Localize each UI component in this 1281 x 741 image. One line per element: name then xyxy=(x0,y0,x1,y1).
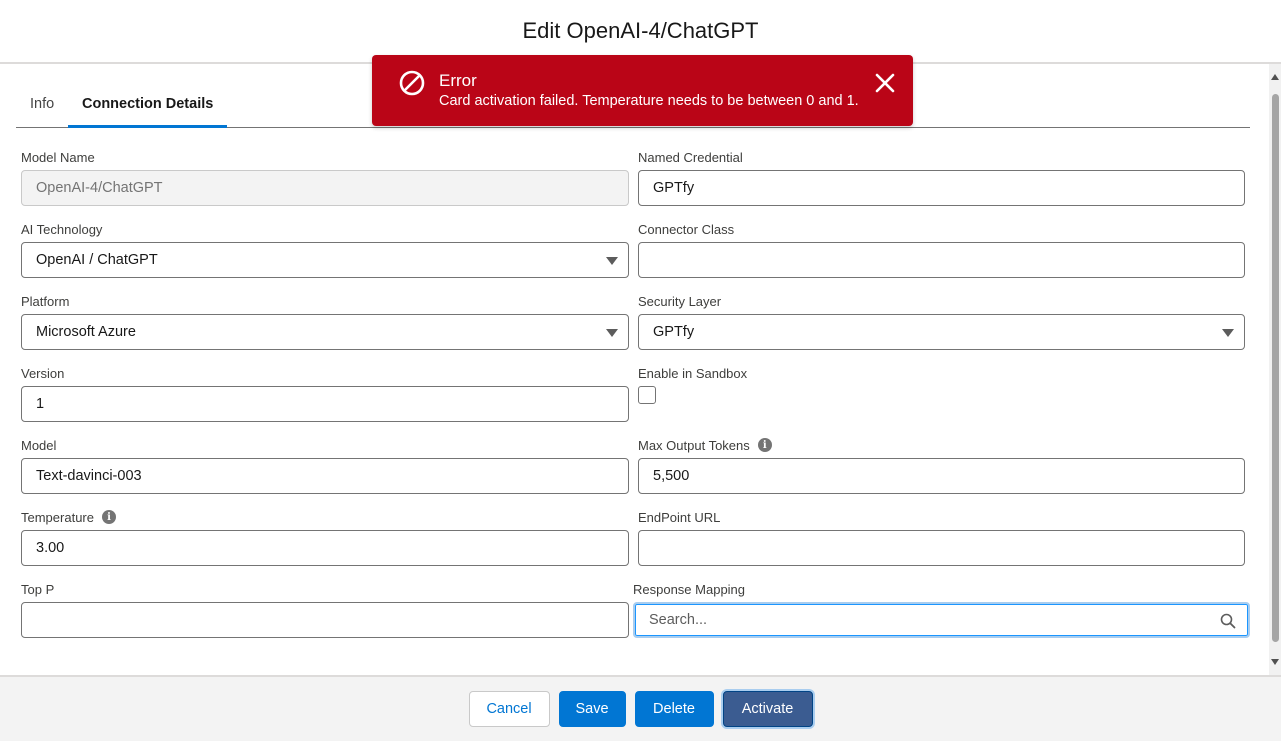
response-mapping-field: Response Mapping Search... xyxy=(633,580,1250,638)
max-output-tokens-label: Max Output Tokens xyxy=(638,437,750,453)
version-label: Version xyxy=(21,365,65,381)
cancel-button[interactable]: Cancel xyxy=(468,691,550,727)
temperature-label: Temperature xyxy=(21,509,94,525)
scrollbar[interactable] xyxy=(1269,64,1281,675)
ai-technology-field: AI Technology OpenAI / ChatGPT xyxy=(21,220,629,278)
security-layer-select[interactable]: GPTfy xyxy=(638,314,1245,350)
named-credential-value: GPTfy xyxy=(653,180,695,196)
model-name-value: OpenAI-4/ChatGPT xyxy=(36,180,163,196)
response-mapping-search-input[interactable]: Search... xyxy=(633,602,1250,638)
modal-footer: Cancel Save Delete Activate xyxy=(0,675,1281,741)
chevron-down-icon xyxy=(606,329,618,337)
delete-button[interactable]: Delete xyxy=(634,691,714,727)
enable-in-sandbox-checkbox[interactable] xyxy=(638,386,656,404)
connector-class-field: Connector Class xyxy=(638,220,1245,278)
version-input[interactable]: 1 xyxy=(21,386,629,422)
toast-message: Card activation failed. Temperature need… xyxy=(439,93,859,109)
named-credential-label: Named Credential xyxy=(638,149,743,165)
toast-title: Error xyxy=(439,71,477,90)
temperature-label-row: Temperature i xyxy=(21,508,629,526)
max-output-tokens-value: 5,500 xyxy=(653,468,690,484)
endpoint-url-label: EndPoint URL xyxy=(638,509,721,525)
close-icon[interactable] xyxy=(873,71,897,95)
model-label: Model xyxy=(21,437,57,453)
ai-technology-label: AI Technology xyxy=(21,221,103,237)
model-input[interactable]: Text-davinci-003 xyxy=(21,458,629,494)
activate-button[interactable]: Activate xyxy=(722,691,813,727)
temperature-field: Temperature i 3.00 xyxy=(21,508,629,566)
model-field: Model Text-davinci-003 xyxy=(21,436,629,494)
temperature-input[interactable]: 3.00 xyxy=(21,530,629,566)
ai-technology-select[interactable]: OpenAI / ChatGPT xyxy=(21,242,629,278)
temperature-value: 3.00 xyxy=(36,540,65,556)
max-output-tokens-input[interactable]: 5,500 xyxy=(638,458,1245,494)
named-credential-input[interactable]: GPTfy xyxy=(638,170,1245,206)
max-output-tokens-label-row: Max Output Tokens i xyxy=(638,436,1245,454)
save-button[interactable]: Save xyxy=(558,691,626,727)
scroll-down-arrow-icon[interactable] xyxy=(1271,659,1279,665)
model-name-label: Model Name xyxy=(21,149,95,165)
tab-connection-details[interactable]: Connection Details xyxy=(68,96,228,128)
version-value: 1 xyxy=(36,396,45,412)
info-icon[interactable]: i xyxy=(101,510,116,524)
error-toast: Error Card activation failed. Temperatur… xyxy=(372,55,913,126)
top-p-input[interactable] xyxy=(21,602,629,638)
scroll-thumb[interactable] xyxy=(1272,94,1279,642)
model-name-field: Model Name OpenAI-4/ChatGPT xyxy=(21,148,629,206)
response-mapping-placeholder: Search... xyxy=(649,612,708,628)
chevron-down-icon xyxy=(606,257,618,265)
top-p-field: Top P xyxy=(21,580,629,638)
security-layer-field: Security Layer GPTfy xyxy=(638,292,1245,350)
top-p-label: Top P xyxy=(21,581,55,597)
search-icon xyxy=(1220,613,1236,629)
version-field: Version 1 xyxy=(21,364,629,422)
enable-in-sandbox-label: Enable in Sandbox xyxy=(638,365,748,381)
scroll-up-arrow-icon[interactable] xyxy=(1271,74,1279,80)
tab-info[interactable]: Info xyxy=(16,96,68,127)
info-icon[interactable]: i xyxy=(757,438,772,452)
connector-class-input[interactable] xyxy=(638,242,1245,278)
max-output-tokens-field: Max Output Tokens i 5,500 xyxy=(638,436,1245,494)
connector-class-label: Connector Class xyxy=(638,221,735,237)
endpoint-url-field: EndPoint URL xyxy=(638,508,1245,566)
response-mapping-label: Response Mapping xyxy=(633,581,746,597)
security-layer-label: Security Layer xyxy=(638,293,722,309)
model-value: Text-davinci-003 xyxy=(36,468,142,484)
endpoint-url-input[interactable] xyxy=(638,530,1245,566)
platform-field: Platform Microsoft Azure xyxy=(21,292,629,350)
platform-value: Microsoft Azure xyxy=(36,324,136,340)
platform-select[interactable]: Microsoft Azure xyxy=(21,314,629,350)
ai-technology-value: OpenAI / ChatGPT xyxy=(36,252,158,268)
security-layer-value: GPTfy xyxy=(653,324,695,340)
chevron-down-icon xyxy=(1222,329,1234,337)
modal-title: Edit OpenAI-4/ChatGPT xyxy=(522,18,759,43)
enable-in-sandbox-field: Enable in Sandbox xyxy=(638,364,1245,404)
modal-body: Info Connection Details Model Name OpenA… xyxy=(0,64,1269,675)
edit-modal: Edit OpenAI-4/ChatGPT Info Connection De… xyxy=(0,0,1281,741)
model-name-input: OpenAI-4/ChatGPT xyxy=(21,170,629,206)
error-ban-icon xyxy=(399,70,425,96)
platform-label: Platform xyxy=(21,293,70,309)
named-credential-field: Named Credential GPTfy xyxy=(638,148,1245,206)
